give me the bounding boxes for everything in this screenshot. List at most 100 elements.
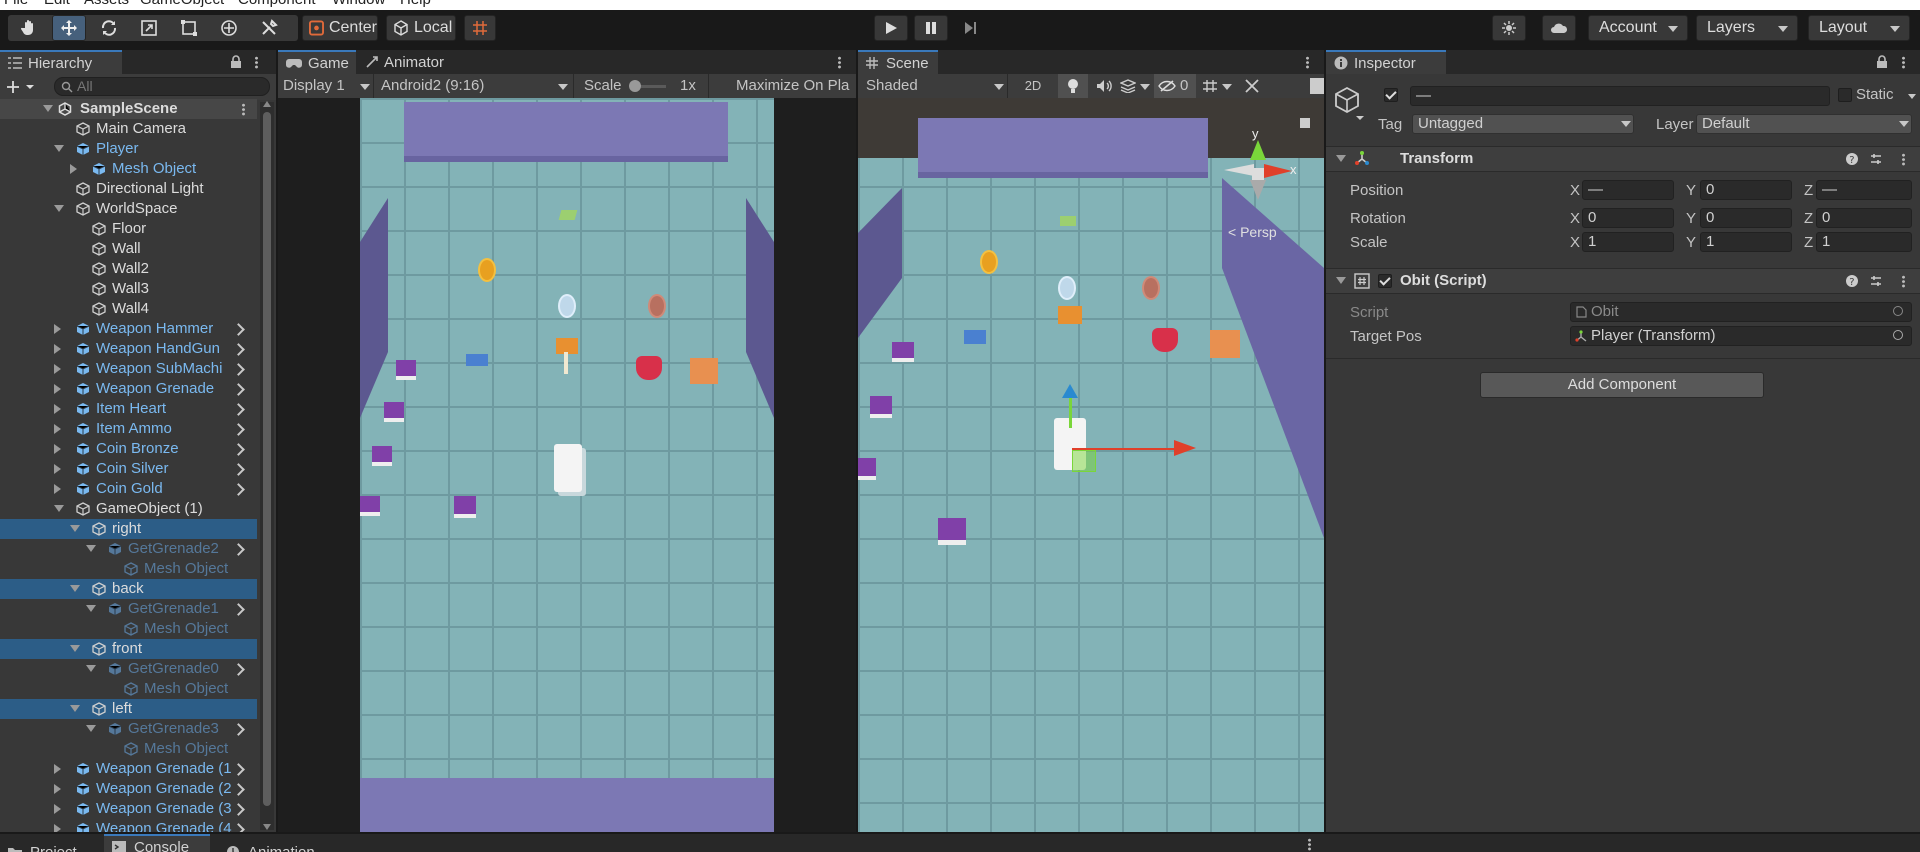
hierarchy-item[interactable]: right [0,519,257,539]
scale-slider[interactable] [629,80,666,92]
game-menu-icon[interactable] [838,56,841,69]
menu-component[interactable]: Component [238,0,316,8]
active-checkbox[interactable] [1384,88,1398,102]
chevron-right-icon[interactable] [232,723,245,736]
position-y-field[interactable]: 0 [1700,180,1792,200]
bottom-menu-icon[interactable] [1308,838,1311,851]
rotate-tool-button[interactable] [92,15,126,41]
view-lock-icon[interactable] [1300,118,1310,128]
step-button[interactable] [954,15,988,41]
fold-open-arrow[interactable] [54,205,64,212]
scale-z-field[interactable]: 1 [1816,232,1912,252]
hierarchy-item[interactable]: front [0,639,257,659]
fold-closed-arrow[interactable] [54,324,61,334]
axis-neg-y-cone[interactable] [1250,180,1266,200]
chevron-right-icon[interactable] [232,463,245,476]
camera-icon[interactable] [1310,78,1324,94]
persp-label[interactable]: < Persp [1228,224,1277,240]
display-dropdown[interactable]: Display 1 [280,74,374,98]
static-dropdown-icon[interactable] [1908,94,1916,99]
pivot-center-toggle[interactable]: Center [302,15,378,41]
chevron-right-icon[interactable] [232,343,245,356]
custom-tool-button[interactable] [252,15,286,41]
menu-file[interactable]: File [4,0,28,8]
scene-menu-icon[interactable] [1306,56,1309,69]
component-menu-icon[interactable] [1902,275,1905,288]
lock-icon[interactable] [1876,55,1888,68]
fold-open-arrow[interactable] [86,665,96,672]
fold-closed-arrow[interactable] [54,384,61,394]
presets-icon[interactable] [1870,153,1882,165]
mode-2d-toggle[interactable]: 2D [1018,76,1048,96]
move-gizmo-y-cone[interactable] [1062,384,1078,398]
resolution-dropdown[interactable]: Android2 (9:16) [376,74,574,98]
scale-tool-button[interactable] [132,15,166,41]
hierarchy-item[interactable]: Coin Gold [0,479,257,499]
menu-help[interactable]: Help [400,0,431,8]
grid-snap-button[interactable] [464,15,496,41]
chevron-right-icon[interactable] [232,763,245,776]
fold-closed-arrow[interactable] [54,784,61,794]
fold-open-arrow[interactable] [86,725,96,732]
menu-edit[interactable]: Edit [44,0,70,8]
fold-closed-arrow[interactable] [54,344,61,354]
hierarchy-item[interactable]: Mesh Object [0,739,257,759]
fold-arrow[interactable] [43,105,53,112]
fold-open-arrow[interactable] [54,145,64,152]
move-gizmo-x-cone[interactable] [1174,440,1196,456]
slider-thumb[interactable] [629,80,641,92]
chevron-right-icon[interactable] [232,543,245,556]
tab-hierarchy[interactable]: Hierarchy [0,50,122,74]
tab-game[interactable]: Game [278,50,356,74]
hierarchy-item[interactable]: Weapon Grenade (3 [0,799,257,819]
chevron-right-icon[interactable] [232,483,245,496]
maximize-on-play-toggle[interactable]: Maximize On Pla [736,77,849,94]
axis-y-cone[interactable] [1250,140,1266,160]
hand-tool-button[interactable] [12,15,46,41]
menu-assets[interactable]: Assets [84,0,129,8]
chevron-right-icon[interactable] [232,403,245,416]
tools-icon[interactable] [1244,79,1260,93]
layers-dropdown[interactable]: Layers [1696,15,1798,41]
fold-open-arrow[interactable] [70,585,80,592]
chevron-right-icon[interactable] [232,383,245,396]
scrollbar-thumb[interactable] [263,112,271,806]
chevron-right-icon[interactable] [232,323,245,336]
move-tool-button[interactable] [52,15,86,41]
fold-closed-arrow[interactable] [70,164,77,174]
fold-closed-arrow[interactable] [54,464,61,474]
hierarchy-item[interactable]: GameObject (1) [0,499,257,519]
hierarchy-item[interactable]: GetGrenade2 [0,539,257,559]
gizmo-center-cube[interactable] [1252,168,1264,180]
hierarchy-item[interactable]: Coin Bronze [0,439,257,459]
tab-scene[interactable]: Scene [858,50,938,74]
scene-menu-icon[interactable] [242,103,245,116]
chevron-right-icon[interactable] [232,423,245,436]
hierarchy-item[interactable]: Wall2 [0,259,257,279]
script-enabled-checkbox[interactable] [1378,274,1392,288]
inspector-menu-icon[interactable] [1902,56,1905,69]
target-pos-field[interactable]: Player (Transform) [1570,326,1912,346]
hierarchy-item[interactable]: Item Ammo [0,419,257,439]
chevron-right-icon[interactable] [232,783,245,796]
layer-dropdown[interactable]: Default [1696,114,1912,134]
create-button[interactable] [6,79,40,97]
move-gizmo-plane[interactable] [1072,450,1096,472]
hierarchy-item[interactable]: Wall [0,239,257,259]
lock-icon[interactable] [230,55,242,68]
fold-closed-arrow[interactable] [54,484,61,494]
menu-gameobject[interactable]: GameObject [140,0,224,8]
play-button[interactable] [874,15,908,41]
fold-open-arrow[interactable] [86,605,96,612]
chevron-right-icon[interactable] [232,603,245,616]
audio-icon[interactable] [1096,79,1112,93]
fold-open-arrow[interactable] [86,545,96,552]
fold-open-arrow[interactable] [70,645,80,652]
hidden-objects-toggle[interactable]: 0 [1154,74,1196,98]
obit-script-header[interactable]: Obit (Script) ? [1326,268,1920,294]
hierarchy-item[interactable]: GetGrenade0 [0,659,257,679]
hierarchy-item[interactable]: Directional Light [0,179,257,199]
tab-animation[interactable]: Animation [222,840,336,852]
hierarchy-item[interactable]: Weapon Hammer [0,319,257,339]
axis-neg-x-cone[interactable] [1224,164,1254,176]
